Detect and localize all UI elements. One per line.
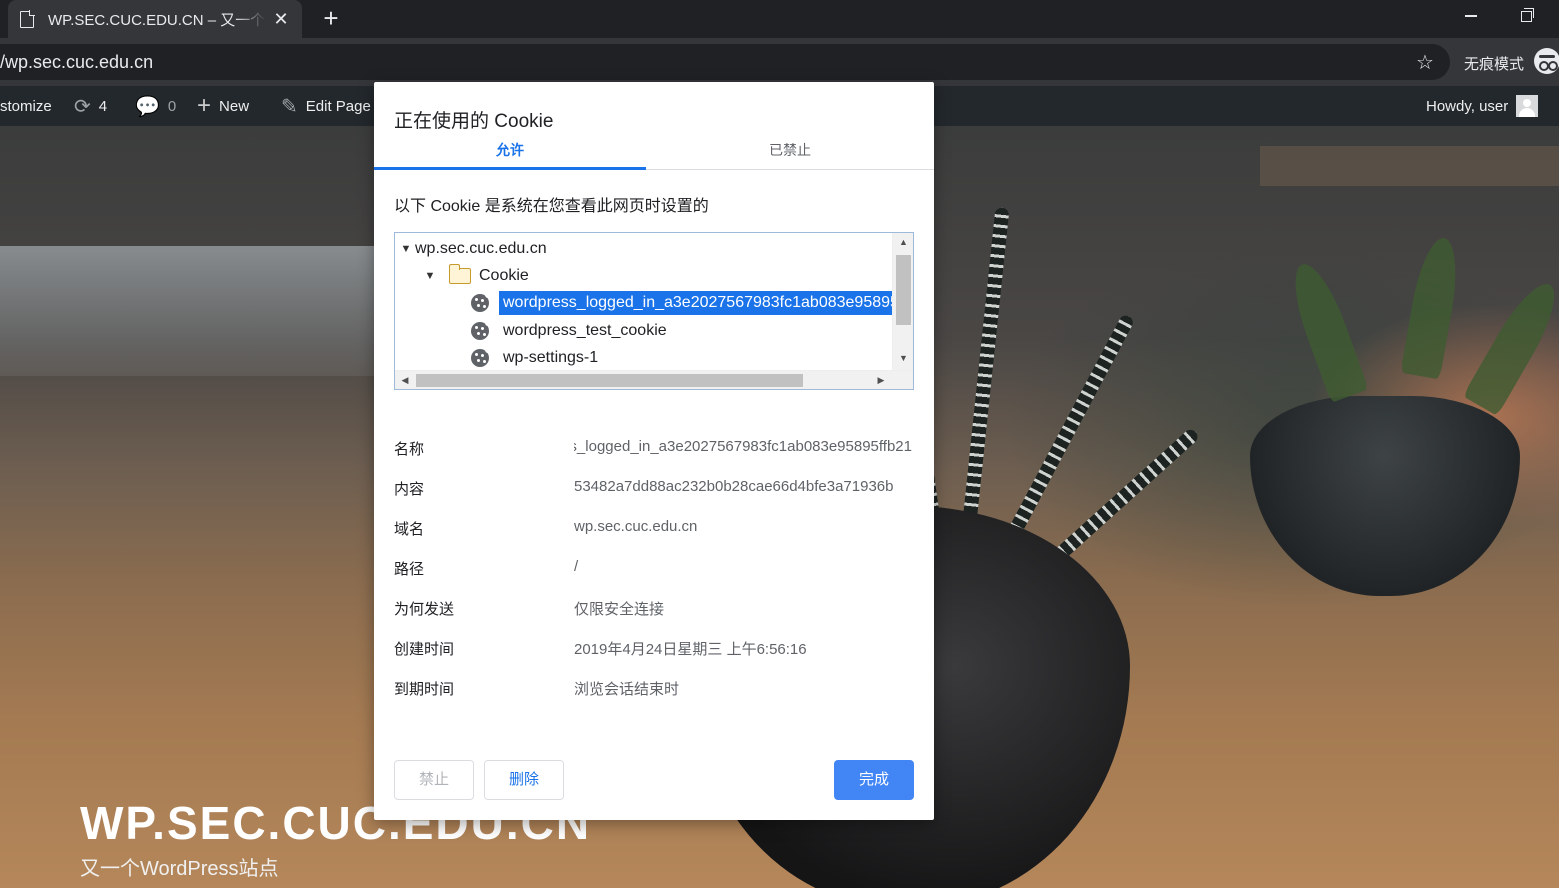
incognito-icon[interactable] [1534, 48, 1559, 74]
cookie-icon [471, 346, 491, 367]
tab-blocked[interactable]: 已禁止 [646, 138, 934, 170]
detail-row-name: 名称 wordpress_logged_in_a3e2027567983fc1a… [394, 438, 914, 462]
detail-value: wp.sec.cuc.edu.cn [574, 518, 698, 535]
updates-icon: ⟳ [74, 95, 91, 118]
detail-row-created: 创建时间 2019年4月24日星期三 上午6:56:16 [394, 638, 914, 662]
site-description: 又一个WordPress站点 [80, 858, 279, 880]
avatar [1516, 95, 1539, 117]
bookmark-star-icon[interactable]: ☆ [1416, 50, 1434, 75]
updates-count: 4 [98, 97, 108, 115]
detail-row-expires: 到期时间 浏览会话结束时 [394, 678, 914, 702]
detail-label: 路径 [394, 561, 425, 578]
tree-cookie-label: wordpress_logged_in_a3e2027567983fc1ab08… [499, 290, 892, 315]
tree-cookie-label: wp-settings-1 [503, 348, 599, 366]
tab-allowed[interactable]: 允许 [374, 138, 646, 170]
comment-bubble-icon: 💬 [135, 95, 160, 118]
customize-link[interactable]: stomize [0, 86, 52, 126]
detail-row-path: 路径 / [394, 558, 914, 582]
scroll-right-arrow-icon[interactable]: ▶ [871, 371, 891, 389]
background-plant-pot [1250, 396, 1520, 596]
detail-row-content: 内容 53482a7dd88ac232b0b28cae66d4bfe3a7193… [394, 478, 914, 502]
scroll-down-arrow-icon[interactable]: ▼ [893, 349, 913, 367]
minimize-button[interactable] [1451, 4, 1491, 30]
incognito-label: 无痕模式 [1464, 56, 1525, 73]
background-leaf [1462, 274, 1559, 416]
comments-count: 0 [167, 97, 177, 115]
new-content-link[interactable]: + New [197, 86, 249, 126]
detail-value: 仅限安全连接 [574, 601, 665, 618]
tree-domain-label: wp.sec.cuc.edu.cn [415, 239, 547, 257]
detail-label: 名称 [394, 441, 425, 458]
tree-cookie-row[interactable]: wordpress_logged_in_a3e2027567983fc1ab08… [471, 289, 892, 316]
detail-label: 为何发送 [394, 601, 455, 618]
tree-folder-row[interactable]: ▼ Cookie [423, 262, 529, 289]
done-button[interactable]: 完成 [834, 760, 914, 800]
tab-title: WP.SEC.CUC.EDU.CN – 又一个WordPress站点 [48, 11, 266, 29]
tree-cookie-row[interactable]: wp-settings-1 [471, 344, 598, 370]
document-icon [20, 9, 35, 28]
tree-domain-row[interactable]: ▼ wp.sec.cuc.edu.cn [399, 235, 547, 262]
comments-link[interactable]: 💬 0 [135, 86, 176, 126]
edit-page-label: Edit Page [305, 97, 371, 115]
address-bar[interactable]: /wp.sec.cuc.edu.cn ☆ [0, 44, 1450, 80]
updates-link[interactable]: ⟳ 4 [74, 86, 107, 126]
url-text: /wp.sec.cuc.edu.cn [0, 52, 154, 72]
background-leaf [1400, 234, 1465, 380]
expand-triangle-icon[interactable]: ▼ [399, 243, 413, 255]
tree-vertical-scrollbar[interactable]: ▲ ▼ [892, 233, 913, 370]
dialog-title: 正在使用的 Cookie [394, 111, 554, 132]
detail-value: 2019年4月24日星期三 上午6:56:16 [574, 641, 807, 658]
plus-icon: + [197, 92, 212, 119]
vertical-scroll-thumb[interactable] [896, 255, 911, 325]
detail-row-send-for: 为何发送 仅限安全连接 [394, 598, 914, 622]
new-tab-button[interactable]: + [317, 4, 345, 32]
plant-leaf [960, 207, 1010, 547]
detail-value: wordpress_logged_in_a3e2027567983fc1ab08… [574, 438, 912, 455]
background-shelf [1260, 146, 1559, 186]
tree-cookie-label: wordpress_test_cookie [503, 321, 667, 339]
cookie-icon [471, 319, 491, 340]
delete-button[interactable]: 删除 [484, 760, 564, 800]
tree-horizontal-scrollbar[interactable]: ◀ ▶ [395, 370, 913, 389]
detail-label: 域名 [394, 521, 425, 538]
dialog-description: 以下 Cookie 是系统在您查看此网页时设置的 [394, 198, 709, 215]
expand-triangle-icon[interactable]: ▼ [423, 270, 437, 282]
cookie-icon [471, 291, 491, 312]
scroll-left-arrow-icon[interactable]: ◀ [395, 371, 415, 389]
tab-close-icon[interactable]: ✕ [272, 9, 290, 30]
browser-toolbar: /wp.sec.cuc.edu.cn ☆ 无痕模式 [0, 38, 1559, 86]
detail-row-domain: 域名 wp.sec.cuc.edu.cn [394, 518, 914, 542]
dialog-tabs: 允许 已禁止 [374, 138, 934, 170]
detail-label: 创建时间 [394, 641, 455, 658]
detail-value: 53482a7dd88ac232b0b28cae66d4bfe3a71936b [574, 478, 894, 495]
detail-value: / [574, 558, 579, 575]
new-label: New [219, 97, 250, 115]
detail-label: 内容 [394, 481, 425, 498]
block-button[interactable]: 禁止 [394, 760, 474, 800]
background-leaf [1283, 257, 1369, 403]
customize-label: stomize [0, 97, 52, 115]
cookie-tree-viewport: ▼ wp.sec.cuc.edu.cn ▼ Cookie wordpress_l… [395, 233, 892, 370]
scroll-up-arrow-icon[interactable]: ▲ [893, 233, 913, 251]
detail-value: 浏览会话结束时 [574, 681, 680, 698]
folder-icon [449, 263, 471, 284]
cookies-dialog: 正在使用的 Cookie 允许 已禁止 以下 Cookie 是系统在您查看此网页… [374, 82, 934, 820]
account-menu[interactable]: Howdy, user [1426, 86, 1539, 126]
browser-tab[interactable]: WP.SEC.CUC.EDU.CN – 又一个WordPress站点 ✕ [8, 0, 302, 38]
tree-cookie-row[interactable]: wordpress_test_cookie [471, 317, 667, 344]
howdy-label: Howdy, user [1426, 97, 1509, 115]
cookie-tree[interactable]: ▼ wp.sec.cuc.edu.cn ▼ Cookie wordpress_l… [394, 232, 914, 390]
detail-label: 到期时间 [394, 681, 455, 698]
horizontal-scroll-thumb[interactable] [416, 374, 803, 387]
tree-folder-label: Cookie [479, 266, 529, 284]
restore-button[interactable] [1507, 4, 1547, 30]
browser-tabstrip: WP.SEC.CUC.EDU.CN – 又一个WordPress站点 ✕ + [0, 0, 1559, 38]
background-window [0, 246, 380, 376]
edit-page-link[interactable]: ✎ Edit Page [281, 86, 371, 126]
pencil-icon: ✎ [281, 95, 298, 118]
